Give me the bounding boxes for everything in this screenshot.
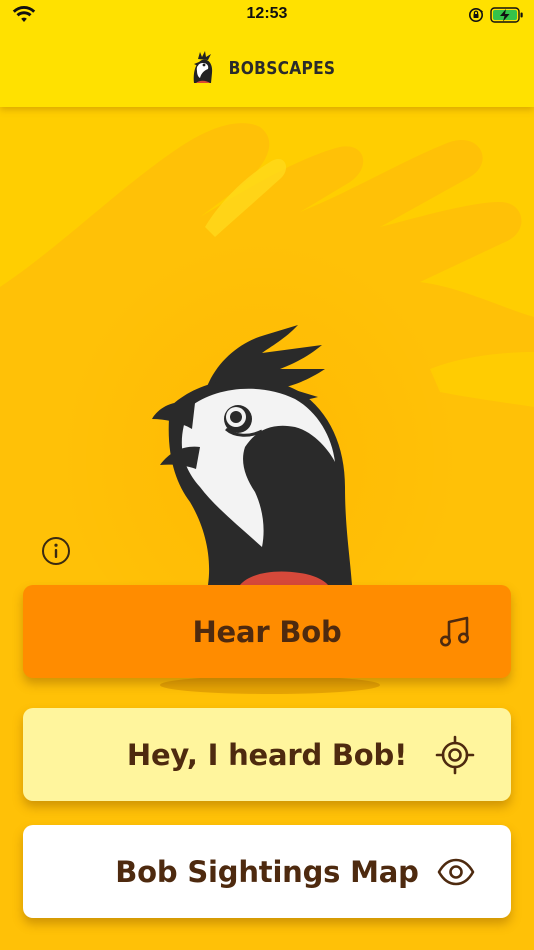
app-logo: BOBSCAPES bbox=[0, 48, 534, 88]
heard-bob-label: Hey, I heard Bob! bbox=[126, 737, 408, 772]
quail-logo-icon bbox=[193, 51, 213, 83]
sightings-map-label: Bob Sightings Map bbox=[115, 854, 419, 889]
info-button[interactable] bbox=[41, 536, 71, 566]
hear-bob-label: Hear Bob bbox=[192, 614, 342, 649]
status-time: 12:53 bbox=[246, 5, 288, 22]
info-icon bbox=[42, 537, 70, 565]
sightings-map-button[interactable]: Bob Sightings Map bbox=[23, 825, 511, 918]
eye-icon bbox=[437, 858, 475, 885]
hear-bob-button[interactable]: Hear Bob bbox=[23, 585, 511, 678]
battery-charging-icon bbox=[490, 7, 523, 23]
hero-background bbox=[0, 107, 534, 950]
crosshair-icon bbox=[435, 735, 475, 774]
heard-bob-button[interactable]: Hey, I heard Bob! bbox=[23, 708, 511, 801]
app-header: BOBSCAPES bbox=[0, 30, 534, 107]
orientation-lock-icon bbox=[469, 8, 483, 22]
status-bar: 12:53 bbox=[0, 0, 534, 30]
music-note-icon bbox=[440, 616, 469, 646]
logo-text: BOBSCAPES bbox=[228, 57, 336, 79]
